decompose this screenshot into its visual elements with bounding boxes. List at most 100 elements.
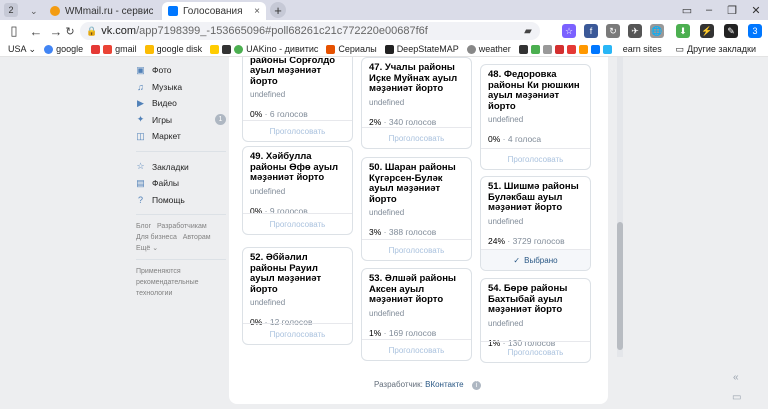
bookmark-item[interactable]: UAKino - дивитис (210, 44, 318, 54)
extension-icon[interactable]: ✈ (628, 24, 642, 38)
bookmark-item[interactable]: USA ⌄ (8, 44, 36, 55)
poll-subtitle: undefined (488, 318, 524, 328)
bookmark-icons[interactable] (518, 44, 615, 54)
extension-icon[interactable]: 🌐 (650, 24, 664, 38)
other-bookmarks[interactable]: ▭ Другие закладки (676, 44, 756, 55)
poll-subtitle: undefined (369, 97, 405, 107)
sidebar-item-bookmarks[interactable]: ☆ Закладки (136, 159, 226, 176)
lock-icon: 🔒 (86, 25, 98, 36)
footer-link-more[interactable]: Ещё (136, 245, 150, 252)
poll-stat: 0% · 6 голосов (250, 109, 308, 119)
poll-card: 52. Әбйәлил районы Рауил ауыл мәҙәниәт й… (242, 247, 353, 345)
url-host: vk.com (101, 25, 137, 37)
footer-link-dev[interactable]: Разработчикам (157, 223, 207, 230)
site-icon (384, 44, 394, 54)
close-tab-icon[interactable]: × (254, 6, 260, 17)
recommendation-note: Применяются рекомендательные технологии (136, 268, 199, 297)
close-window-icon[interactable]: ✕ (745, 0, 767, 20)
sidebar-toggle-icon[interactable]: ▯ (6, 23, 22, 39)
folder-icon (210, 44, 220, 54)
new-tab-button[interactable]: + (270, 2, 286, 18)
bookmark-item[interactable]: google disk (144, 44, 202, 54)
bookmark-page-icon[interactable]: ▭ (676, 0, 698, 20)
site-icon (578, 44, 588, 54)
bookmark-item[interactable]: earn sites (623, 44, 662, 54)
vote-button[interactable]: Проголосовать (481, 148, 590, 169)
vote-button[interactable]: Проголосовать (362, 239, 471, 260)
folder-icon: ▭ (675, 43, 685, 54)
extension-icon[interactable]: ☆ (562, 24, 576, 38)
poll-card: 50. Шаран районы Күгәрсен-Буләк ауыл мәҙ… (361, 157, 472, 261)
address-bar-row: ▯ ← → ↻ 🔒 vk.com/app7198399_-153665096#p… (0, 20, 768, 42)
extension-icon[interactable]: ✎ (724, 24, 738, 38)
maximize-icon[interactable]: ❐ (721, 0, 743, 20)
bookmark-item[interactable]: google (44, 44, 83, 54)
site-icon (530, 44, 540, 54)
sidebar-divider (136, 208, 226, 215)
vote-button[interactable]: Проголосовать (481, 341, 590, 362)
checkmark-icon: ✓ (513, 255, 521, 265)
poll-title: 53. Әлшәй районы Аксен ауыл мәҙәниәт йор… (369, 273, 457, 305)
bookmark-star-icon[interactable]: ▰ (520, 23, 536, 39)
download-icon[interactable]: ⬇ (676, 24, 690, 38)
tab-wmmail[interactable]: WMmail.ru - сервис почто (44, 2, 159, 20)
files-icon: ▤ (136, 177, 145, 188)
games-icon: ✦ (136, 114, 145, 125)
info-icon[interactable]: i (471, 381, 481, 390)
extension-icon[interactable]: ⚡ (700, 24, 714, 38)
sidebar-divider (136, 254, 226, 260)
poll-stat: 24% · 3729 голосов (488, 235, 565, 246)
vote-button[interactable]: Проголосовать (243, 120, 352, 141)
tab-count-badge[interactable]: 2 (4, 3, 18, 17)
vote-button[interactable]: Проголосовать (362, 339, 471, 360)
youtube-icon (91, 44, 101, 54)
sidebar-item-video[interactable]: ▶ Видео (136, 95, 226, 112)
sidebar-item-market[interactable]: ◫ Маркет (136, 128, 226, 145)
poll-card: 48. Федоровка районы Ки рюшкин ауыл мәҙә… (480, 64, 591, 170)
tab-list-chevron-icon[interactable]: ⌄ (30, 2, 38, 20)
url-path: /app7198399_-153665096#poll68261c21c7722… (136, 25, 428, 37)
tab-polls[interactable]: Голосования × (162, 2, 266, 20)
footer-link-business[interactable]: Для бизнеса (136, 234, 177, 241)
poll-subtitle: undefined (250, 298, 286, 307)
bookmark-item[interactable]: Сериалы (326, 44, 377, 54)
iframe-scrollbar[interactable] (617, 57, 623, 357)
sidebar-item-photo[interactable]: ▣ Фото (136, 62, 226, 79)
minimize-icon[interactable]: – (698, 0, 720, 20)
bookmark-item[interactable]: gmail (91, 44, 137, 54)
market-icon: ◫ (136, 130, 145, 141)
poll-card-selected: 51. Шишмә районы Буләкбаш ауыл мәҙәниәт … (480, 176, 591, 271)
reload-icon[interactable]: ↻ (62, 23, 78, 39)
developer-link[interactable]: ВКонтакте (425, 380, 464, 389)
vk-favicon-icon (168, 6, 178, 16)
sidebar-item-files[interactable]: ▤ Файлы (136, 175, 226, 192)
sidebar-item-games[interactable]: ✦ Игры 1 (136, 112, 226, 129)
bookmark-item[interactable]: DeepStateMAP (384, 44, 459, 54)
scrollbar-thumb[interactable] (617, 222, 623, 350)
poll-subtitle: undefined (488, 216, 524, 226)
site-icon (326, 44, 336, 54)
back-arrow-icon[interactable]: ← (28, 23, 44, 39)
minimize-panel-icon[interactable]: ▭ (732, 392, 744, 403)
poll-subtitle: undefined (369, 208, 405, 217)
selected-button[interactable]: ✓ Выбрано (481, 249, 590, 270)
profile-icon[interactable]: 3 (748, 24, 762, 38)
poll-title: 47. Учалы районы Иҫке Муйнаҡ ауыл мәҙәни… (369, 62, 458, 94)
footer-link-blog[interactable]: Блог (136, 223, 151, 230)
sidebar-item-music[interactable]: ♫ Музыка (136, 79, 226, 96)
collapse-chevron-icon[interactable]: « (733, 372, 739, 383)
poll-title: 51. Шишмә районы Буләкбаш ауыл мәҙәниәт … (488, 181, 579, 213)
bookmark-item[interactable]: weather (466, 44, 511, 54)
extension-icon[interactable]: f (584, 24, 598, 38)
vote-button[interactable]: Проголосовать (243, 323, 352, 344)
extension-icon[interactable]: ↻ (606, 24, 620, 38)
vote-button[interactable]: Проголосовать (362, 127, 471, 148)
vote-button[interactable]: Проголосовать (243, 213, 352, 234)
footer-link-authors[interactable]: Авторам (183, 234, 211, 241)
site-icon (518, 44, 528, 54)
poll-title: 54. Бөрө районы Бахтыбай ауыл мәҙәниәт й… (488, 283, 568, 315)
url-field[interactable]: 🔒 vk.com/app7198399_-153665096#poll68261… (80, 22, 540, 40)
poll-title: 52. Әбйәлил районы Рауил ауыл мәҙәниәт й… (250, 252, 322, 295)
photo-icon: ▣ (136, 64, 145, 75)
sidebar-item-help[interactable]: ? Помощь (136, 192, 226, 209)
